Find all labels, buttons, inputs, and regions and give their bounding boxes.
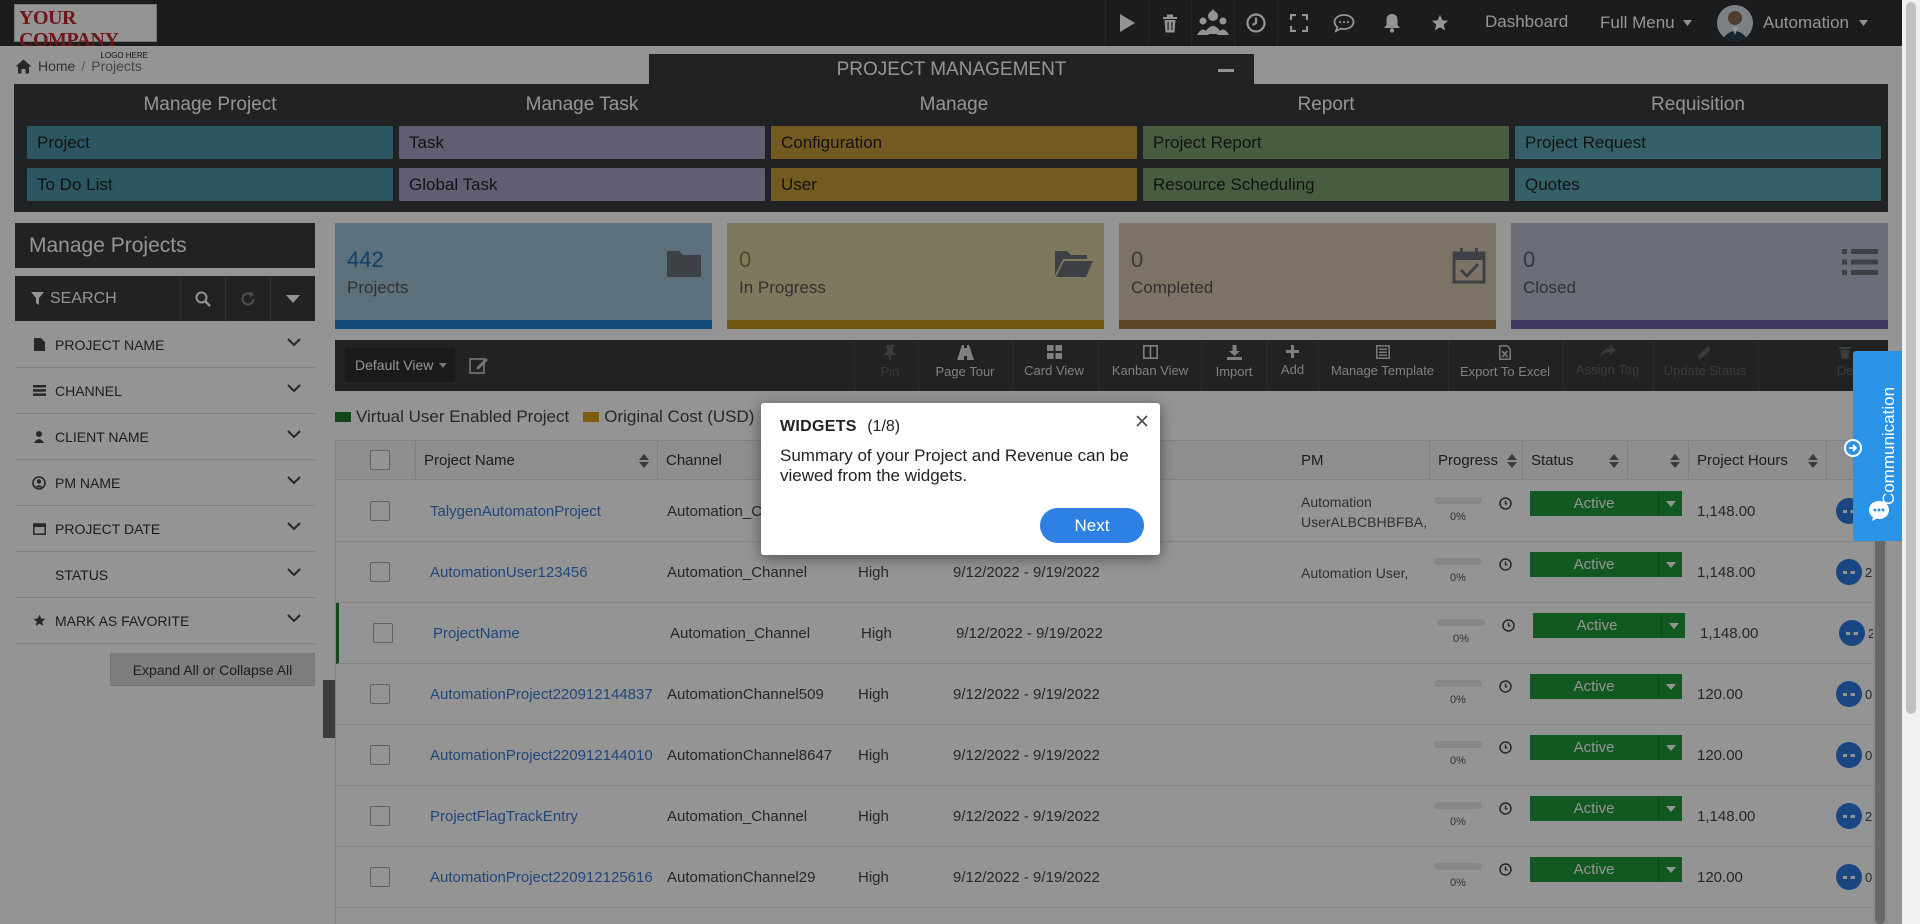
popover-title-text: WIDGETS	[780, 418, 857, 435]
page-scrollbar-thumb[interactable]	[1906, 2, 1916, 714]
page-scrollbar[interactable]	[1902, 0, 1920, 924]
popover-title: WIDGETS (1/8)	[780, 418, 900, 436]
close-icon[interactable]	[1136, 415, 1148, 427]
popover-step: (1/8)	[867, 418, 901, 435]
tour-popover: WIDGETS (1/8) Summary of your Project an…	[761, 403, 1160, 555]
chat-bubble-icon	[1869, 501, 1889, 521]
communication-tab[interactable]: Communication	[1844, 351, 1903, 541]
arrow-icon	[1844, 439, 1862, 457]
popover-body: Summary of your Project and Revenue can …	[780, 446, 1129, 485]
communication-label: Communication	[1879, 386, 1898, 506]
next-button[interactable]: Next	[1040, 508, 1144, 543]
